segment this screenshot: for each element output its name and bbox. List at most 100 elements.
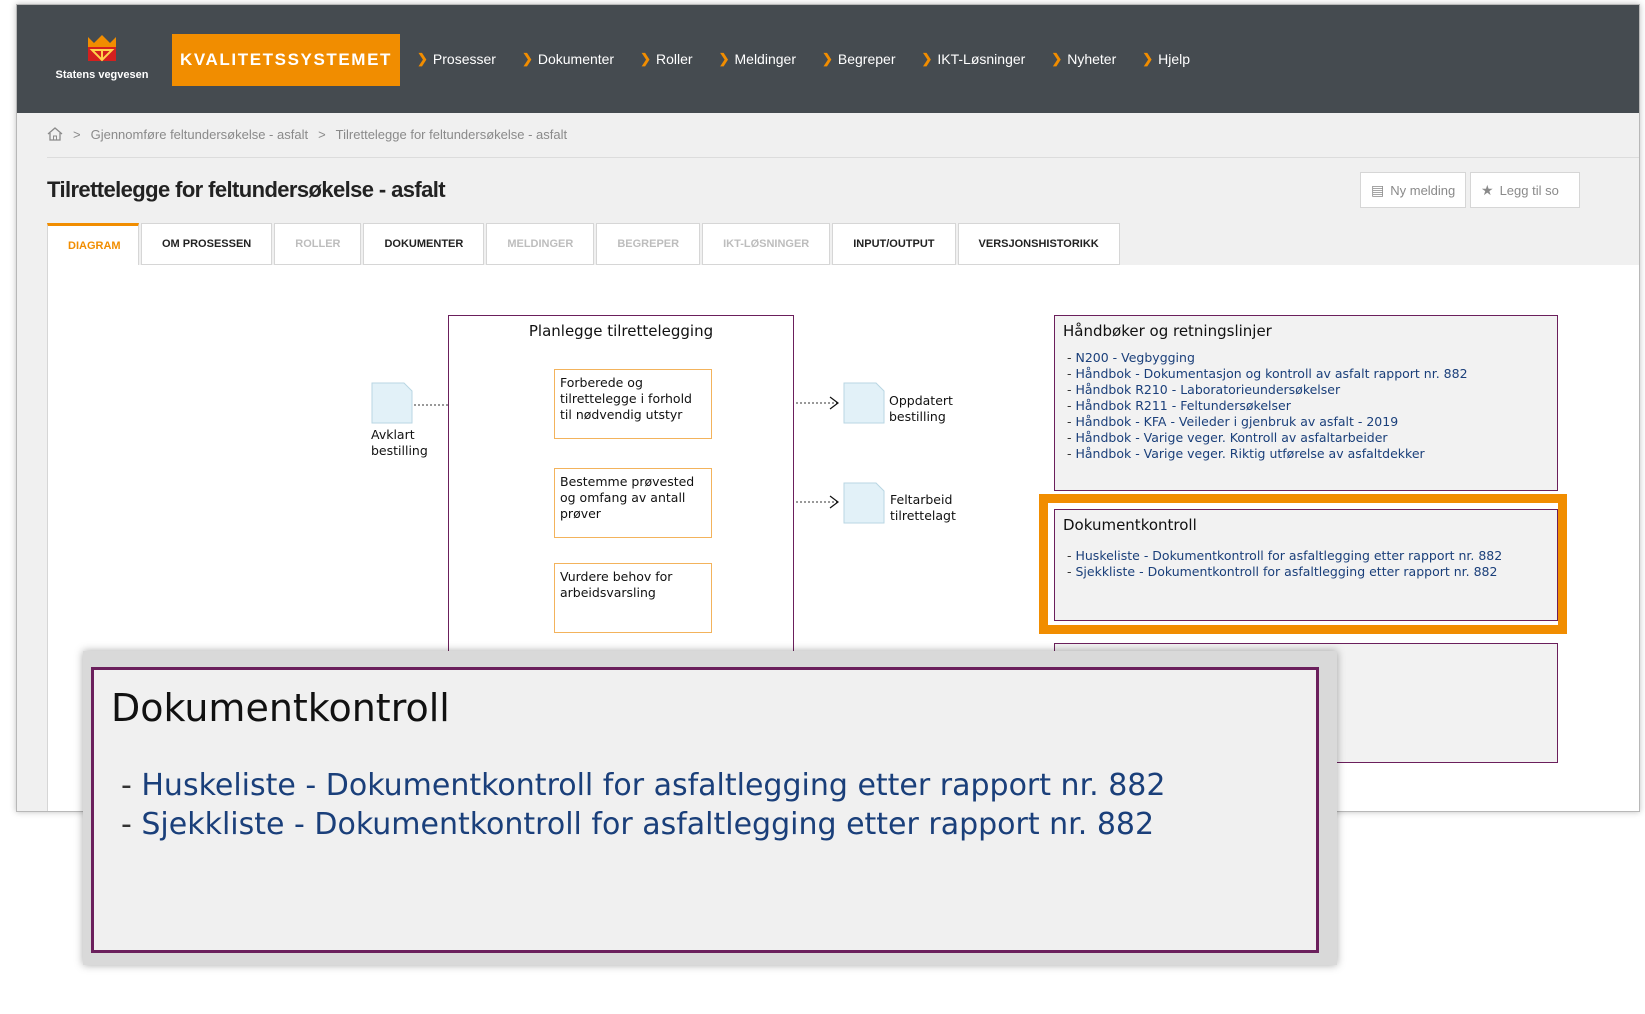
document-icon[interactable] xyxy=(843,482,885,524)
process-step[interactable]: Bestemme prøvested og omfang av antall p… xyxy=(554,468,712,538)
message-icon: ▤ xyxy=(1371,181,1385,198)
output-document-label[interactable]: Feltarbeid tilrettelagt xyxy=(890,492,956,524)
tab-begreper: BEGREPER xyxy=(596,223,701,265)
document-link[interactable]: Sjekkliste - Dokumentkontroll for asfalt… xyxy=(141,807,1154,842)
label-line: bestilling xyxy=(889,409,946,424)
chevron-right-icon: ❯ xyxy=(640,51,652,66)
nav-label: Prosesser xyxy=(432,51,496,67)
top-navigation-bar: Statens vegvesen KVALITETSSYSTEMET ❯ Pros… xyxy=(17,5,1639,113)
nav-label: Hjelp xyxy=(1158,51,1191,67)
tab-roller: ROLLER xyxy=(274,223,362,265)
divider xyxy=(47,157,1639,158)
handbook-link[interactable]: Håndbok R211 - Feltundersøkelser xyxy=(1075,398,1290,413)
step-text: tilrettelegge i forhold xyxy=(560,391,692,406)
chevron-right-icon: ❯ xyxy=(1051,51,1063,66)
add-favorite-label: Legg til so xyxy=(1499,182,1559,198)
lane-title: Planlegge tilrettelegging xyxy=(528,322,714,340)
handbook-link[interactable]: Håndbok R210 - Laboratorieundersøkelser xyxy=(1075,382,1340,397)
label-line: tilrettelagt xyxy=(890,508,956,523)
dokumentkontroll-list: - Huskeliste - Dokumentkontroll for asfa… xyxy=(121,766,1165,844)
nav-meldinger[interactable]: ❯ Meldinger xyxy=(719,51,796,67)
list-item: - Håndbok - Varige veger. Riktig utførel… xyxy=(1067,446,1425,461)
tab-ikt-losninger: IKT-LØSNINGER xyxy=(702,223,831,265)
step-text: prøver xyxy=(560,506,601,521)
kvalitetssystemet-button[interactable]: KVALITETSSYSTEMET xyxy=(172,34,400,86)
chevron-right-icon: ❯ xyxy=(718,51,730,66)
nav-label: Begreper xyxy=(837,51,896,67)
step-text: Forberede og xyxy=(560,375,643,390)
highlight-frame xyxy=(1039,494,1567,634)
handbooks-panel: Håndbøker og retningslinjer - N200 - Veg… xyxy=(1054,315,1558,491)
nav-ikt-losninger[interactable]: ❯ IKT-Løsninger xyxy=(921,51,1025,67)
main-nav: ❯ Prosesser ❯ Dokumenter ❯ Roller ❯ Meldinge… xyxy=(417,5,1216,113)
nav-prosesser[interactable]: ❯ Prosesser xyxy=(417,51,496,67)
list-item: - Håndbok R211 - Feltundersøkelser xyxy=(1067,398,1291,413)
nav-begreper[interactable]: ❯ Begreper xyxy=(822,51,896,67)
handbook-link[interactable]: Håndbok - Varige veger. Riktig utførelse… xyxy=(1075,446,1424,461)
star-icon: ★ xyxy=(1481,181,1494,198)
nav-dokumenter[interactable]: ❯ Dokumenter xyxy=(522,51,614,67)
page-title: Tilrettelegge for feltundersøkelse - asf… xyxy=(47,177,446,202)
zoom-callout: Dokumentkontroll - Huskeliste - Dokument… xyxy=(83,651,1337,965)
list-item: - Håndbok - Varige veger. Kontroll av as… xyxy=(1067,430,1388,445)
nav-label: Nyheter xyxy=(1067,51,1117,67)
label-line: Oppdatert xyxy=(889,393,953,408)
tab-om-prosessen[interactable]: OM PROSESSEN xyxy=(141,223,273,265)
panel-title: Dokumentkontroll xyxy=(111,686,450,730)
chevron-right-icon: ❯ xyxy=(821,51,833,66)
step-text: til nødvendig utstyr xyxy=(560,407,683,422)
document-icon[interactable] xyxy=(843,382,885,424)
chevron-right-icon: ❯ xyxy=(521,51,533,66)
panel-title: Håndbøker og retningslinjer xyxy=(1063,322,1272,340)
step-text: og omfang av antall xyxy=(560,490,686,505)
home-icon[interactable] xyxy=(47,127,63,141)
output-document-label[interactable]: Oppdatert bestilling xyxy=(889,393,953,425)
breadcrumb-item-parent[interactable]: Gjennomføre feltundersøkelse - asfalt xyxy=(91,127,308,142)
logo-text: Statens vegvesen xyxy=(55,69,149,81)
breadcrumb-separator: > xyxy=(73,126,81,142)
chevron-right-icon: ❯ xyxy=(1142,51,1154,66)
nav-nyheter[interactable]: ❯ Nyheter xyxy=(1051,51,1116,67)
step-text: Bestemme prøvested xyxy=(560,474,695,489)
process-step[interactable]: Vurdere behov for arbeidsvarsling xyxy=(554,563,712,633)
nav-label: Roller xyxy=(656,51,693,67)
breadcrumb-item-current[interactable]: Tilrettelegge for feltundersøkelse - asf… xyxy=(336,127,567,142)
tab-diagram[interactable]: DIAGRAM xyxy=(47,223,139,266)
tab-bar: DIAGRAM OM PROSESSEN ROLLER DOKUMENTER M… xyxy=(47,223,1122,266)
crown-shield-icon xyxy=(88,35,116,62)
list-item: - Huskeliste - Dokumentkontroll for asfa… xyxy=(121,768,1166,803)
chevron-right-icon: ❯ xyxy=(921,51,933,66)
step-text: arbeidsvarsling xyxy=(560,585,656,600)
breadcrumb-separator: > xyxy=(318,126,326,142)
label-line: Feltarbeid xyxy=(890,492,953,507)
handbook-link[interactable]: N200 - Vegbygging xyxy=(1075,350,1194,365)
add-favorite-button[interactable]: ★ Legg til so xyxy=(1470,172,1580,208)
nav-label: Dokumenter xyxy=(537,51,615,67)
nav-label: IKT-Løsninger xyxy=(937,51,1026,67)
nav-hjelp[interactable]: ❯ Hjelp xyxy=(1142,51,1190,67)
document-icon[interactable] xyxy=(371,382,413,424)
handbook-link[interactable]: Håndbok - Dokumentasjon og kontroll av a… xyxy=(1075,366,1467,381)
handbook-link[interactable]: Håndbok - Varige veger. Kontroll av asfa… xyxy=(1075,430,1387,445)
handbook-list: - N200 - Vegbygging - Håndbok - Dokument… xyxy=(1067,350,1557,462)
dokumentkontroll-panel-zoomed: Dokumentkontroll - Huskeliste - Dokument… xyxy=(91,667,1319,953)
breadcrumb: > Gjennomføre feltundersøkelse - asfalt … xyxy=(47,123,567,145)
new-message-button[interactable]: ▤ Ny melding xyxy=(1360,172,1466,208)
list-item: - Håndbok - Dokumentasjon og kontroll av… xyxy=(1067,366,1468,381)
list-item: - Sjekkliste - Dokumentkontroll for asfa… xyxy=(121,807,1155,842)
process-step[interactable]: Forberede og tilrettelegge i forhold til… xyxy=(554,369,712,439)
new-message-label: Ny melding xyxy=(1390,182,1456,198)
tab-versjonshistorikk[interactable]: VERSJONSHISTORIKK xyxy=(957,223,1120,265)
tab-input-output[interactable]: INPUT/OUTPUT xyxy=(832,223,956,265)
nav-label: Meldinger xyxy=(734,51,796,67)
label-line: bestilling xyxy=(371,443,428,458)
handbook-link[interactable]: Håndbok - KFA - Veileder i gjenbruk av a… xyxy=(1075,414,1398,429)
input-document-label[interactable]: Avklart bestilling xyxy=(371,427,428,459)
statens-vegvesen-logo[interactable]: Statens vegvesen xyxy=(47,33,157,93)
chevron-right-icon: ❯ xyxy=(417,51,428,66)
tab-meldinger: MELDINGER xyxy=(486,223,595,265)
document-link[interactable]: Huskeliste - Dokumentkontroll for asfalt… xyxy=(141,768,1165,803)
nav-roller[interactable]: ❯ Roller xyxy=(640,51,692,67)
list-item: - Håndbok - KFA - Veileder i gjenbruk av… xyxy=(1067,414,1399,429)
tab-dokumenter[interactable]: DOKUMENTER xyxy=(363,223,485,265)
